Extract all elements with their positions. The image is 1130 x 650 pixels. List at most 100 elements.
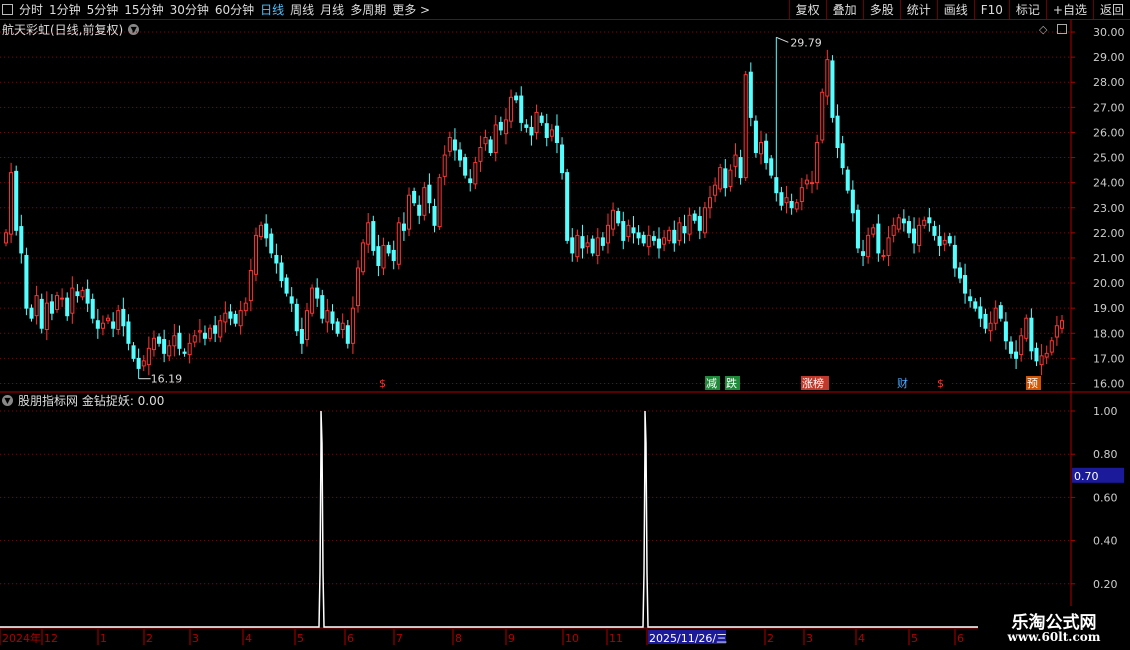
candle-body (651, 236, 656, 241)
candle-body (912, 228, 917, 244)
candle-body (952, 244, 957, 269)
candle-body (330, 311, 335, 324)
candle-body (1059, 320, 1065, 329)
candle-body (355, 267, 361, 307)
candle-body (988, 322, 993, 332)
candle-body (1034, 347, 1039, 362)
candle-body (376, 246, 381, 266)
candle-body (253, 234, 259, 275)
candle-body (713, 184, 718, 196)
candle-body (677, 222, 682, 241)
candle-body (769, 158, 774, 176)
candle-body (758, 141, 764, 155)
candle-body (549, 129, 554, 137)
stock-chart[interactable]: 30.00 29.00 28.00 27.00 26.00 25.00 24.00 23.00… (0, 0, 1130, 650)
candle-body (1019, 335, 1024, 356)
candle-body (840, 143, 845, 169)
candle-body (728, 169, 733, 187)
price-axis-label: 21.00 (1093, 252, 1125, 265)
candle-body (208, 327, 213, 339)
date-axis-label: 1 (100, 632, 107, 645)
candle-body (146, 347, 151, 366)
candle-body (233, 313, 238, 324)
candle-body (631, 227, 636, 234)
candle-body (794, 202, 799, 210)
candle-body (197, 330, 202, 333)
date-axis-label: 3 (192, 632, 199, 645)
candle-body (534, 111, 539, 133)
date-axis-label: 4 (858, 632, 865, 645)
candle-body (386, 244, 391, 254)
date-axis-label: 9 (508, 632, 515, 645)
candle-body (1054, 325, 1059, 338)
candle-body (136, 357, 141, 369)
candle-body (1024, 317, 1029, 339)
candle-body (544, 123, 549, 138)
candle-body (95, 320, 100, 329)
candle-body (218, 320, 223, 338)
high-marker-pointer (776, 36, 789, 43)
candle-body (662, 237, 667, 245)
candle-body (825, 59, 830, 97)
candle-body (9, 172, 14, 235)
price-axis-label: 28.00 (1093, 76, 1125, 89)
high-marker-label: 29.79 (790, 36, 822, 49)
date-axis-label: 2024年 (2, 631, 41, 645)
candle-body (131, 345, 136, 359)
candle-body (422, 187, 427, 216)
candle-body (815, 141, 820, 184)
candle-body (855, 209, 860, 249)
candle-body (483, 136, 488, 145)
candle-body (361, 242, 366, 273)
candle-body (1039, 355, 1044, 366)
candle-body (432, 206, 437, 226)
candle-body (560, 144, 565, 174)
candle-body (1008, 341, 1014, 354)
candle-body (957, 267, 963, 279)
candle-body (784, 197, 789, 204)
candle-body (223, 312, 228, 323)
candle-body (998, 305, 1003, 319)
candle-body (126, 321, 131, 344)
candle-body (294, 303, 299, 332)
date-axis-label: 8 (455, 632, 462, 645)
candle-body (279, 262, 284, 282)
date-axis-label: 6 (347, 632, 354, 645)
candle-body (656, 238, 662, 249)
candle-body (401, 223, 406, 231)
candle-body (167, 345, 172, 357)
candle-body (718, 167, 723, 190)
candle-body (325, 310, 330, 323)
candle-body (738, 157, 743, 179)
candle-body (473, 162, 478, 185)
candle-body (963, 275, 968, 294)
candle-body (498, 121, 503, 131)
candle-body (600, 237, 605, 246)
candle-body (350, 307, 355, 344)
date-axis-label: 7 (396, 632, 403, 645)
candle-body (901, 218, 906, 224)
candle-body (299, 329, 304, 344)
price-axis-label: 20.00 (1093, 277, 1125, 290)
candle-body (442, 154, 447, 177)
price-axis-label: 27.00 (1093, 101, 1125, 114)
indicator-axis-label: 0.60 (1093, 491, 1118, 504)
price-axis-label: 19.00 (1093, 302, 1125, 315)
candle-body (682, 226, 687, 234)
candle-body (641, 234, 646, 244)
candle-body (427, 184, 432, 204)
candle-body (238, 310, 243, 327)
candle-body (213, 325, 218, 334)
candle-body (605, 224, 611, 244)
candle-body (1014, 351, 1019, 359)
candle-body (49, 301, 54, 314)
candle-body (509, 96, 514, 122)
candle-body (24, 254, 29, 309)
event-marker-label: 涨榜 (802, 376, 824, 390)
candle-body (34, 295, 39, 317)
candle-body (437, 177, 442, 228)
candle-body (590, 238, 595, 254)
candle-body (896, 217, 901, 230)
candle-body (269, 233, 274, 254)
candle-body (580, 236, 585, 249)
